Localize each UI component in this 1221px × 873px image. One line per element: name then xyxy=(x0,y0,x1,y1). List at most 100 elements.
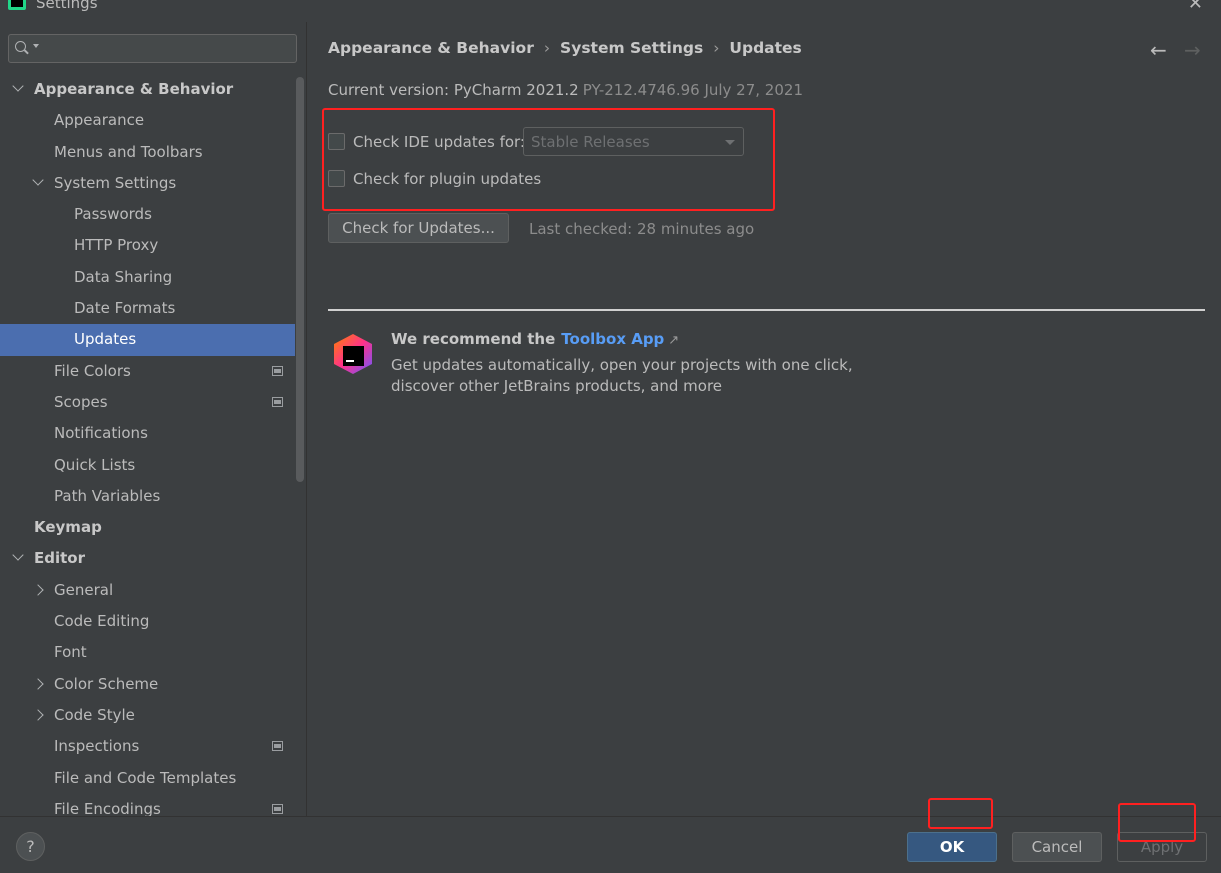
sidebar-item-color-scheme[interactable]: Color Scheme xyxy=(0,669,295,700)
check-ide-updates-label[interactable]: Check IDE updates for: xyxy=(353,133,525,151)
toolbox-recommendation-title: We recommend the Toolbox App ↗ xyxy=(391,330,679,348)
sidebar-item-label: Data Sharing xyxy=(74,267,173,286)
toolbox-description-line: Get updates automatically, open your pro… xyxy=(391,356,853,374)
sidebar-item-label: Date Formats xyxy=(74,299,176,318)
project-level-settings-icon xyxy=(272,396,283,407)
sidebar-item-editor[interactable]: Editor xyxy=(0,543,295,574)
forward-arrow-icon[interactable]: → xyxy=(1184,38,1201,62)
sidebar-item-appearance-and-behavior[interactable]: Appearance & Behavior xyxy=(0,74,295,105)
sidebar-item-label: Font xyxy=(54,643,87,662)
updates-settings-panel: Appearance & Behavior › System Settings › Up… xyxy=(308,22,1221,816)
breadcrumb-item-appearance-behavior[interactable]: Appearance & Behavior xyxy=(328,39,534,57)
check-for-updates-button[interactable]: Check for Updates... xyxy=(328,213,509,243)
sidebar-item-passwords[interactable]: Passwords xyxy=(0,199,295,230)
sidebar-item-quick-lists[interactable]: Quick Lists xyxy=(0,450,295,481)
annotation-highlight-ok xyxy=(928,798,993,829)
sidebar-item-code-style[interactable]: Code Style xyxy=(0,700,295,731)
ok-button[interactable]: OK xyxy=(907,832,997,862)
search-icon[interactable] xyxy=(14,40,32,58)
chevron-down-icon[interactable] xyxy=(12,549,24,562)
settings-sidebar: Appearance & Behavior Appearance Menus and… xyxy=(0,22,307,818)
sidebar-item-font[interactable]: Font xyxy=(0,637,295,668)
sidebar-item-label: Scopes xyxy=(54,392,108,411)
sidebar-item-label: Inspections xyxy=(54,737,140,756)
chevron-down-icon[interactable] xyxy=(12,80,24,92)
toolbox-description: Get updates automatically, open your pro… xyxy=(391,355,853,397)
check-ide-updates-checkbox[interactable] xyxy=(328,133,345,150)
breadcrumb-separator: › xyxy=(713,39,720,57)
help-button[interactable]: ? xyxy=(16,832,45,861)
sidebar-item-label: Notifications xyxy=(54,424,148,443)
sidebar-item-updates[interactable]: Updates xyxy=(0,324,295,356)
close-icon[interactable]: ✕ xyxy=(1188,0,1203,14)
sidebar-item-path-variables[interactable]: Path Variables xyxy=(0,481,295,512)
annotation-highlight-update-options xyxy=(322,108,775,211)
sidebar-item-notifications[interactable]: Notifications xyxy=(0,418,295,449)
toolbox-description-line: discover other JetBrains products, and m… xyxy=(391,377,723,395)
check-plugin-updates-label[interactable]: Check for plugin updates xyxy=(353,170,541,188)
sidebar-item-label: File Colors xyxy=(54,361,131,380)
sidebar-item-label: System Settings xyxy=(54,173,177,192)
sidebar-item-menus-and-toolbars[interactable]: Menus and Toolbars xyxy=(0,137,295,168)
sidebar-item-label: Path Variables xyxy=(54,486,161,505)
version-build: PY-212.4746.96 July 27, 2021 xyxy=(582,81,803,99)
cancel-button[interactable]: Cancel xyxy=(1012,832,1102,862)
project-level-settings-icon xyxy=(272,803,283,814)
sidebar-item-general[interactable]: General xyxy=(0,575,295,606)
sidebar-item-file-and-code-templates[interactable]: File and Code Templates xyxy=(0,763,295,794)
sidebar-item-label: General xyxy=(54,580,114,599)
sidebar-item-label: Appearance xyxy=(54,111,145,130)
sidebar-item-file-colors[interactable]: File Colors xyxy=(0,356,295,387)
title-bar: Settings ✕ xyxy=(0,0,1221,22)
sidebar-item-date-formats[interactable]: Date Formats xyxy=(0,293,295,324)
update-channel-value: Stable Releases xyxy=(531,133,650,151)
sidebar-item-keymap[interactable]: Keymap xyxy=(0,512,295,543)
sidebar-item-scopes[interactable]: Scopes xyxy=(0,387,295,418)
sidebar-item-appearance[interactable]: Appearance xyxy=(0,105,295,136)
chevron-right-icon[interactable] xyxy=(32,709,44,721)
sidebar-item-code-editing[interactable]: Code Editing xyxy=(0,606,295,637)
back-arrow-icon[interactable]: ← xyxy=(1150,38,1167,62)
sidebar-item-http-proxy[interactable]: HTTP Proxy xyxy=(0,230,295,261)
sidebar-item-data-sharing[interactable]: Data Sharing xyxy=(0,262,295,293)
sidebar-item-label: Code Editing xyxy=(54,612,150,631)
project-level-settings-icon xyxy=(272,741,283,752)
external-link-icon[interactable]: ↗ xyxy=(668,333,679,348)
dialog-button-bar: ? OK Cancel Apply xyxy=(0,798,1221,873)
sidebar-item-label: Color Scheme xyxy=(54,674,159,693)
sidebar-item-label: Appearance & Behavior xyxy=(34,80,234,98)
current-version: Current version: PyCharm 2021.2 PY-212.47… xyxy=(328,81,803,99)
sidebar-scrollbar[interactable] xyxy=(296,77,304,482)
update-channel-dropdown[interactable]: Stable Releases xyxy=(523,127,744,156)
toolbox-app-link[interactable]: Toolbox App xyxy=(561,330,664,348)
settings-tree: Appearance & Behavior Appearance Menus and… xyxy=(0,74,295,825)
sidebar-item-label: Quick Lists xyxy=(54,455,136,474)
chevron-right-icon[interactable] xyxy=(32,677,44,690)
breadcrumb-item-updates: Updates xyxy=(729,39,802,57)
sidebar-item-label: Keymap xyxy=(34,518,102,537)
pycharm-app-icon xyxy=(8,0,26,10)
check-plugin-updates-checkbox[interactable] xyxy=(328,170,345,187)
window-title: Settings xyxy=(36,0,98,12)
sidebar-item-label: Updates xyxy=(74,330,137,349)
sidebar-item-label: Menus and Toolbars xyxy=(54,142,203,161)
chevron-right-icon[interactable] xyxy=(32,584,44,596)
breadcrumb-item-system-settings[interactable]: System Settings xyxy=(560,39,703,57)
breadcrumb-separator: › xyxy=(543,39,551,57)
version-label: Current version: PyCharm 2021.2 xyxy=(328,81,579,99)
sidebar-item-label: Code Style xyxy=(54,705,135,724)
sidebar-item-inspections[interactable]: Inspections xyxy=(0,731,295,762)
chevron-down-icon[interactable] xyxy=(32,174,44,186)
search-history-dropdown-icon[interactable] xyxy=(33,44,39,48)
sidebar-item-system-settings[interactable]: System Settings xyxy=(0,168,295,199)
annotation-highlight-apply xyxy=(1118,803,1196,842)
sidebar-item-label: Passwords xyxy=(74,205,152,224)
settings-search-input[interactable] xyxy=(8,34,297,63)
section-divider xyxy=(328,309,1205,311)
project-level-settings-icon xyxy=(272,365,283,376)
chevron-down-icon xyxy=(725,140,735,145)
last-checked-status: Last checked: 28 minutes ago xyxy=(529,220,755,238)
toolbox-title-prefix: We recommend the xyxy=(391,330,556,348)
breadcrumb: Appearance & Behavior › System Settings › Up… xyxy=(328,39,802,57)
sidebar-item-label: File and Code Templates xyxy=(54,768,237,787)
